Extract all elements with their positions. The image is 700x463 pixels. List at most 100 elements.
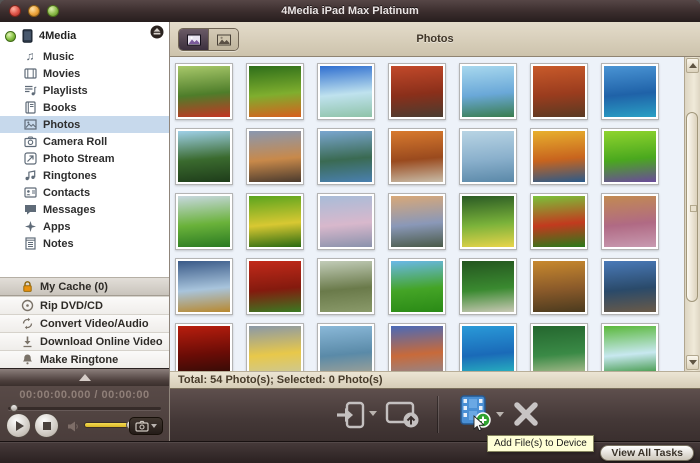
photo-thumbnail[interactable] [601,258,659,315]
sidebar-item-ringtones[interactable]: Ringtones [0,167,169,184]
scrollbar[interactable] [684,57,700,371]
volume-slider[interactable] [84,420,136,430]
photo-thumbnail[interactable] [459,193,517,250]
photo-thumbnail[interactable] [317,128,375,185]
device-tree: 4Media ♫ Music Movies Playlists Books Photos C… [0,22,169,277]
photo-thumbnail[interactable] [317,193,375,250]
sidebar-item-label: Movies [43,67,81,80]
photo-thumbnail[interactable] [175,323,233,371]
sidebar-tool-download-online-video[interactable]: Download Online Video [0,332,169,350]
close-window-button[interactable] [9,5,21,17]
photo-thumbnail[interactable] [530,258,588,315]
export-caret-icon[interactable] [369,411,377,416]
photo-thumbnail[interactable] [317,63,375,120]
photo-thumbnail[interactable] [459,258,517,315]
toolbar-separator [438,396,439,433]
stop-button[interactable] [34,413,59,438]
forest-lake-orange-bush [249,66,301,117]
sidebar-item-apps[interactable]: Apps [0,218,169,235]
seek-slider[interactable] [8,404,161,412]
palm-beach [604,66,656,117]
sidebar-item-movies[interactable]: Movies [0,65,169,82]
sidebar-item-my-cache[interactable]: My Cache (0) [0,277,169,296]
photo-thumbnail[interactable] [388,63,446,120]
messages-icon [23,203,37,217]
bell-icon [20,353,34,367]
photo-thumbnail[interactable] [317,258,375,315]
sidebar-item-books[interactable]: Books [0,99,169,116]
contacts-icon [23,186,37,200]
photo-thumbnail[interactable] [246,63,304,120]
scroll-down-button[interactable] [686,355,699,370]
photo-thumbnail[interactable] [530,193,588,250]
sidebar-item-label: Messages [43,203,96,216]
photo-thumbnail[interactable] [246,193,304,250]
sidebar-item-device[interactable]: 4Media [0,22,169,48]
photo-thumbnail[interactable] [530,63,588,120]
tool-label: Rip DVD/CD [40,299,103,312]
sidebar-tool-make-ringtone[interactable]: Make Ringtone [0,350,169,368]
photo-thumbnail[interactable] [175,258,233,315]
disc-icon [20,299,34,313]
sidebar-item-messages[interactable]: Messages [0,201,169,218]
photo-thumbnail[interactable] [388,323,446,371]
autumn-stone-bridge [533,261,585,312]
photo-thumbnail[interactable] [246,323,304,371]
sidebar-item-label: Photo Stream [43,152,115,165]
photo-thumbnail[interactable] [601,193,659,250]
zoom-window-button[interactable] [47,5,59,17]
sidebar-item-photo-stream[interactable]: Photo Stream [0,150,169,167]
sidebar-item-notes[interactable]: Notes [0,235,169,252]
ringtones-icon [23,169,37,183]
photo-thumbnail[interactable] [601,63,659,120]
sidebar-item-music[interactable]: ♫ Music [0,48,169,65]
red-tree-park [249,261,301,312]
photo-thumbnail[interactable] [459,128,517,185]
playlists-icon [23,84,37,98]
photo-thumbnail[interactable] [246,128,304,185]
sidebar-item-label: Photos [43,118,81,131]
photo-thumbnail[interactable] [601,323,659,371]
delete-button[interactable] [511,399,541,429]
mountain-lake-rocks [604,261,656,312]
eject-icon[interactable] [150,25,164,44]
photo-thumbnail[interactable] [175,63,233,120]
add-files-caret-icon[interactable] [496,412,504,417]
sidebar-item-contacts[interactable]: Contacts [0,184,169,201]
apps-icon [23,220,37,234]
photo-thumbnail[interactable] [459,63,517,120]
music-icon: ♫ [25,49,35,63]
autumn-lane [391,131,443,182]
view-all-tasks-button[interactable]: View All Tasks [600,445,694,461]
sidebar-item-photos[interactable]: Photos [0,116,169,133]
photo-thumbnail[interactable] [601,128,659,185]
photo-thumbnail[interactable] [388,128,446,185]
scroll-down-icon [688,360,697,365]
play-button[interactable] [6,413,31,438]
export-to-device-button[interactable] [335,399,365,431]
minimize-window-button[interactable] [28,5,40,17]
transfer-to-device-button[interactable] [385,399,421,429]
photo-thumbnail[interactable] [175,193,233,250]
sidebar-item-camera-roll[interactable]: Camera Roll [0,133,169,150]
scrollbar-thumb[interactable] [686,112,698,302]
photo-thumbnail[interactable] [530,323,588,371]
sidebar-item-label: Music [43,50,75,63]
sidebar-item-label: Apps [43,220,71,233]
scroll-up-button[interactable] [686,58,699,73]
photo-thumbnail[interactable] [175,128,233,185]
photo-thumbnail[interactable] [388,193,446,250]
seek-knob[interactable] [10,404,18,412]
photo-thumbnail[interactable] [317,323,375,371]
sidebar-tool-rip-dvd-cd[interactable]: Rip DVD/CD [0,296,169,314]
hillside-cottage [178,196,230,247]
sidebar-tool-convert-video-audio[interactable]: Convert Video/Audio [0,314,169,332]
sidebar-collapse-handle[interactable] [0,368,169,386]
photo-thumbnail[interactable] [459,323,517,371]
snapshot-button[interactable] [129,417,163,435]
sidebar-item-playlists[interactable]: Playlists [0,82,169,99]
photo-thumbnail[interactable] [246,258,304,315]
photo-thumbnail[interactable] [388,258,446,315]
photo-thumbnail[interactable] [530,128,588,185]
tool-label: Convert Video/Audio [40,317,149,330]
